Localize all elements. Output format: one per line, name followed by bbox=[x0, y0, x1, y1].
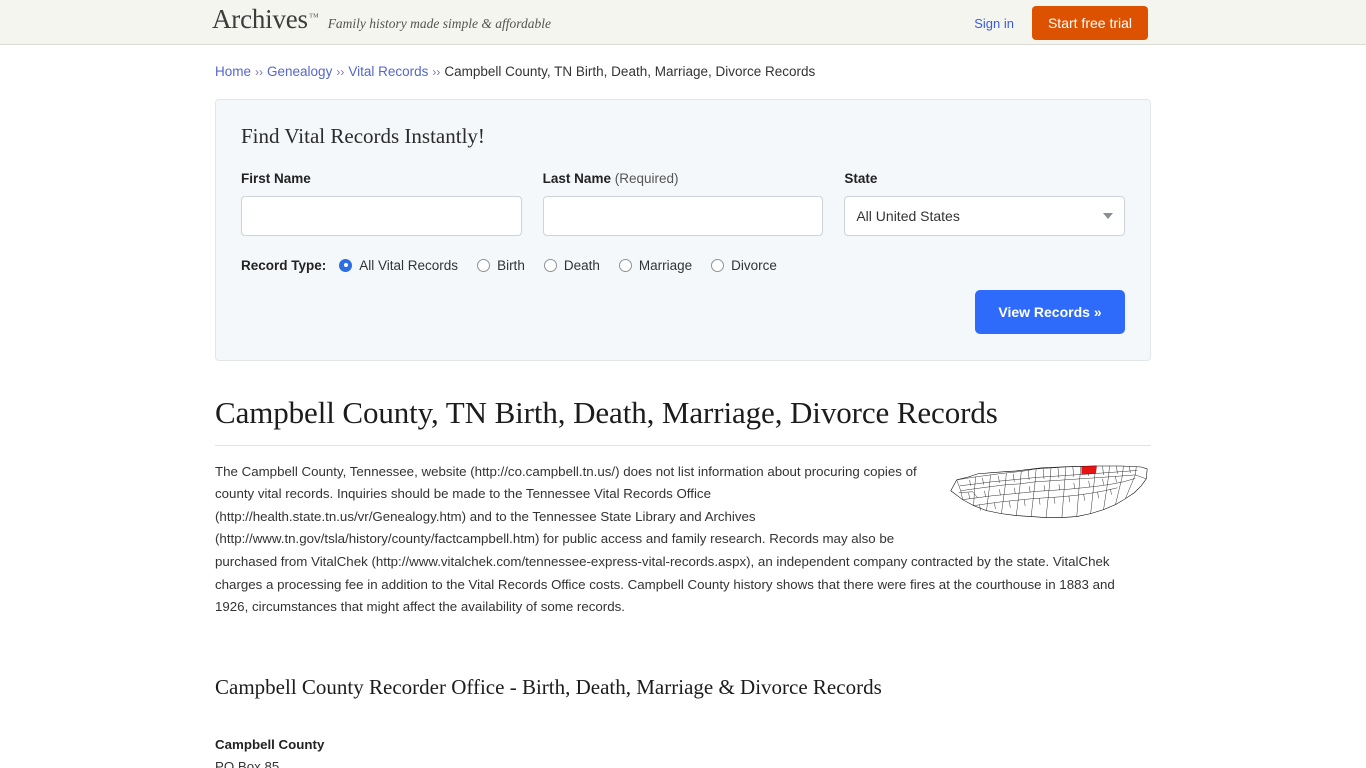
breadcrumb-separator: ›› bbox=[255, 65, 264, 79]
state-select[interactable]: All United States bbox=[844, 195, 1126, 236]
office-name: Campbell County bbox=[215, 736, 325, 752]
record-type-option-birth[interactable]: Birth bbox=[477, 258, 525, 273]
tennessee-county-map bbox=[950, 465, 1148, 518]
record-type-option-birth-label: Birth bbox=[497, 257, 525, 273]
site-header: Archives ™ Family history made simple & a… bbox=[0, 0, 1366, 45]
radio-icon-divorce[interactable] bbox=[711, 258, 725, 272]
brand-name: Archives bbox=[212, 4, 308, 34]
view-records-button[interactable]: View Records » bbox=[975, 289, 1125, 334]
header-actions: Sign in Start free trial bbox=[974, 6, 1148, 40]
record-type-option-all[interactable]: All Vital Records bbox=[339, 258, 458, 273]
trademark-symbol: ™ bbox=[308, 12, 319, 23]
office-address-line-1: PO Box 85 bbox=[215, 758, 280, 768]
record-type-option-marriage[interactable]: Marriage bbox=[618, 257, 693, 273]
last-name-label-text: Last Name bbox=[542, 170, 611, 186]
record-type-row: Record Type: All Vital Records Birth Dea… bbox=[241, 258, 1125, 273]
state-field-group: State All United States bbox=[844, 170, 1126, 236]
recorder-office-heading: Campbell County Recorder Office - Birth,… bbox=[215, 674, 882, 699]
site-logo[interactable]: Archives ™ Family history made simple & a… bbox=[212, 6, 551, 33]
radio-icon-all[interactable] bbox=[339, 258, 353, 272]
radio-icon-birth[interactable] bbox=[477, 258, 491, 272]
record-type-option-all-label: All Vital Records bbox=[359, 257, 459, 273]
sign-in-link[interactable]: Sign in bbox=[974, 16, 1014, 31]
record-type-option-death[interactable]: Death bbox=[543, 257, 600, 273]
state-label: State bbox=[844, 170, 878, 186]
record-type-option-divorce-label: Divorce bbox=[731, 257, 777, 273]
article-body: The Campbell County, Tennessee, website … bbox=[215, 461, 1151, 619]
breadcrumb-separator: ›› bbox=[336, 65, 345, 79]
start-free-trial-button[interactable]: Start free trial bbox=[1031, 6, 1148, 40]
last-name-input[interactable] bbox=[542, 195, 824, 236]
first-name-field-group: First Name bbox=[241, 171, 522, 236]
record-type-option-death-label: Death bbox=[563, 257, 600, 273]
page-title: Campbell County, TN Birth, Death, Marria… bbox=[215, 395, 1151, 446]
page-body: Home ›› Genealogy ›› Vital Records ›› Campbell… bbox=[0, 45, 1366, 768]
radio-icon-marriage[interactable] bbox=[618, 258, 632, 272]
search-fields-row: First Name Last Name (Required) State Al… bbox=[241, 170, 1126, 236]
recorder-office-details: Campbell County PO Box 85 Jacksboro, TN … bbox=[215, 734, 1151, 768]
breadcrumb-item-current: Campbell County, TN Birth, Death, Marria… bbox=[444, 64, 816, 79]
first-name-input[interactable] bbox=[241, 195, 522, 236]
submit-row: View Records » bbox=[241, 289, 1125, 334]
record-type-option-divorce[interactable]: Divorce bbox=[711, 258, 777, 273]
search-panel-title: Find Vital Records Instantly! bbox=[241, 123, 485, 148]
radio-icon-death[interactable] bbox=[543, 258, 557, 272]
state-select-wrapper: All United States bbox=[844, 195, 1126, 236]
first-name-label: First Name bbox=[241, 170, 311, 186]
vital-records-search-panel: Find Vital Records Instantly! First Name… bbox=[215, 98, 1151, 361]
record-type-label: Record Type: bbox=[241, 257, 327, 273]
last-name-required-note: (Required) bbox=[614, 170, 679, 186]
record-type-option-marriage-label: Marriage bbox=[638, 257, 693, 273]
breadcrumb-item-vital-records[interactable]: Vital Records bbox=[348, 64, 428, 79]
breadcrumb: Home ›› Genealogy ›› Vital Records ›› Campbell… bbox=[215, 45, 1151, 81]
brand-tagline: Family history made simple & affordable bbox=[327, 16, 552, 31]
last-name-label: Last Name (Required) bbox=[543, 171, 824, 186]
breadcrumb-separator: ›› bbox=[432, 65, 441, 79]
breadcrumb-item-home[interactable]: Home bbox=[215, 64, 251, 79]
breadcrumb-item-genealogy[interactable]: Genealogy bbox=[267, 64, 332, 79]
last-name-field-group: Last Name (Required) bbox=[542, 171, 824, 236]
